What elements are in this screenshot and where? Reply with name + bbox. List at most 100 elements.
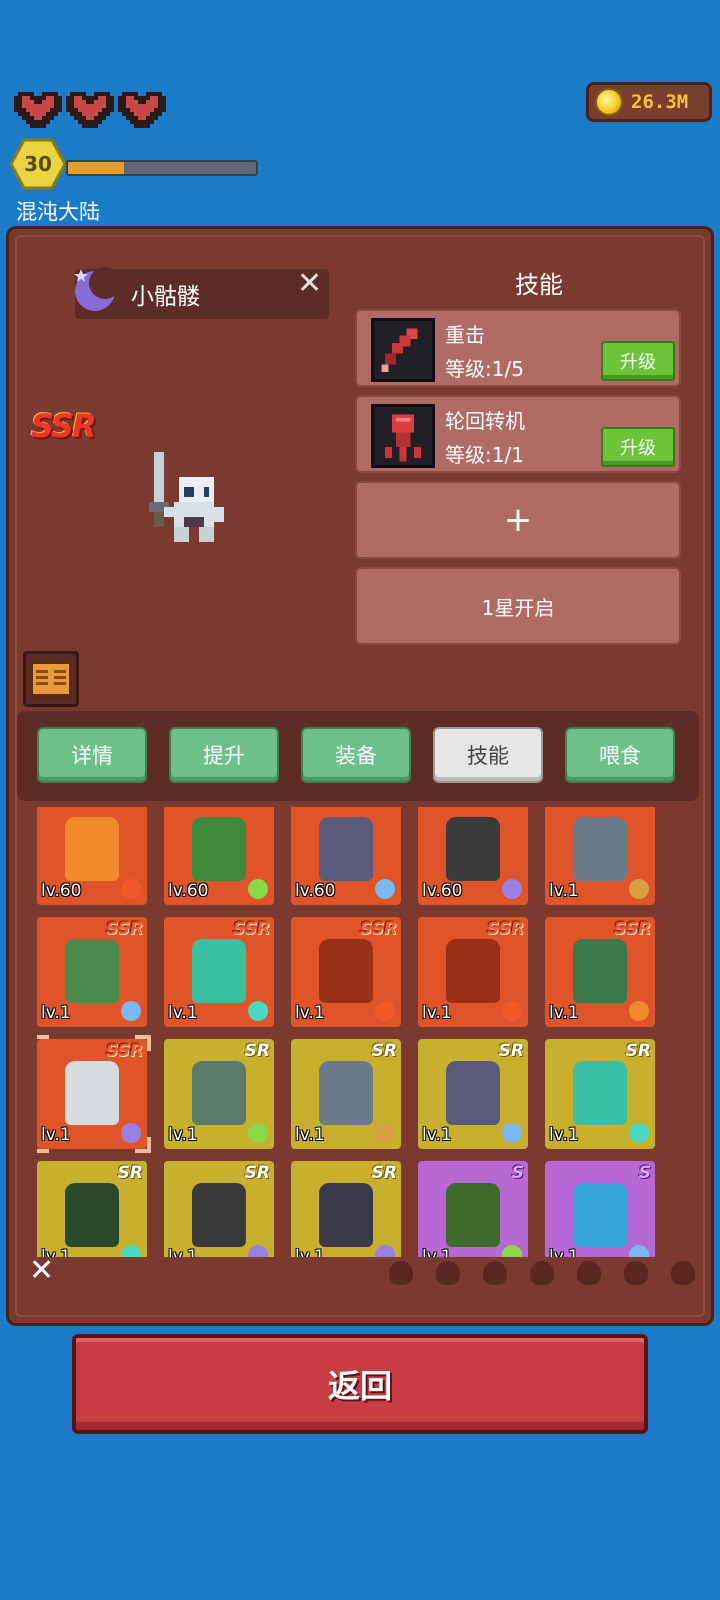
- wind-element-icon: [629, 1123, 649, 1143]
- sword-icon: [371, 318, 435, 382]
- xp-bar: [66, 160, 258, 176]
- earth-element-icon: [375, 1123, 395, 1143]
- unit-card[interactable]: SSR lv.1: [164, 917, 274, 1027]
- monster-sprite: [446, 939, 500, 1003]
- unit-card[interactable]: SR lv.1: [418, 1039, 528, 1149]
- unit-card[interactable]: SR lv.1: [164, 1039, 274, 1149]
- heart-icon: [118, 92, 166, 128]
- unit-card[interactable]: SR lv.1: [545, 1039, 655, 1149]
- tab-details[interactable]: 详情: [37, 727, 147, 783]
- tab-equipment[interactable]: 装备: [301, 727, 411, 783]
- tab-skills[interactable]: 技能: [433, 727, 543, 783]
- rarity-label: S: [638, 1163, 651, 1183]
- rarity-label: SR: [625, 1041, 651, 1061]
- monster-sprite: [65, 939, 119, 1003]
- tab-feed[interactable]: 喂食: [565, 727, 675, 783]
- fire-filter-icon[interactable]: [389, 1261, 413, 1285]
- unit-card[interactable]: SSR lv.1: [37, 917, 147, 1027]
- coin-icon: [595, 88, 623, 116]
- fist-filter-icon[interactable]: [577, 1261, 601, 1285]
- rarity-label: SR: [371, 1163, 397, 1183]
- monster-sprite: [192, 817, 246, 881]
- back-button[interactable]: 返回: [72, 1334, 648, 1434]
- unit-card[interactable]: SSR lv.1: [291, 917, 401, 1027]
- unit-card[interactable]: lv.60: [37, 807, 147, 905]
- unit-roster-grid[interactable]: lv.60 lv.60 lv.60 lv.60 lv.1 SSR lv.1 SSR lv.1 SS…: [37, 807, 687, 1257]
- close-icon[interactable]: ✕: [297, 269, 322, 299]
- add-skill-slot[interactable]: +: [355, 481, 681, 559]
- rarity-label: SR: [244, 1041, 270, 1061]
- monster-sprite: [319, 1183, 373, 1247]
- coin-counter[interactable]: 26.3M: [586, 82, 712, 122]
- earth-element-icon: [629, 879, 649, 899]
- unit-level: lv.60: [295, 881, 336, 901]
- rarity-label: SSR: [614, 919, 651, 939]
- unit-card[interactable]: lv.60: [291, 807, 401, 905]
- selected-unit-frame: [37, 1035, 151, 1153]
- water-element-icon: [121, 1001, 141, 1021]
- unit-level: lv.1: [422, 1125, 452, 1145]
- monster-sprite: [319, 939, 373, 1003]
- selection-corner: [37, 1035, 49, 1051]
- unit-card[interactable]: SR lv.1: [291, 1039, 401, 1149]
- tab-bar: 详情 提升 装备 技能 喂食: [17, 711, 699, 801]
- water-filter-icon[interactable]: [483, 1261, 507, 1285]
- unit-level: lv.1: [168, 1125, 198, 1145]
- unit-card[interactable]: lv.1: [545, 807, 655, 905]
- leaf-filter-icon[interactable]: [530, 1261, 554, 1285]
- clear-filter-icon[interactable]: ✕: [29, 1253, 54, 1288]
- upgrade-button[interactable]: 升级: [601, 427, 675, 467]
- rarity-label: SR: [498, 1041, 524, 1061]
- monster-sprite: [192, 939, 246, 1003]
- book-icon: [30, 661, 72, 697]
- skill-card-heavy-strike: 重击 等级:1/5 升级: [355, 309, 681, 387]
- monster-sprite: [65, 817, 119, 881]
- heart-icon: [14, 92, 62, 128]
- monster-sprite: [192, 1183, 246, 1247]
- unit-name: 小骷髅: [131, 284, 200, 310]
- selection-corner: [37, 1137, 49, 1153]
- monster-sprite: [573, 939, 627, 1003]
- skill-card-reincarnation: 轮回转机 等级:1/1 升级: [355, 395, 681, 473]
- unit-card[interactable]: SSR lv.1: [418, 917, 528, 1027]
- tab-enhance[interactable]: 提升: [169, 727, 279, 783]
- skill-level: 等级:1/5: [445, 357, 524, 381]
- monster-sprite: [319, 1061, 373, 1125]
- unit-card[interactable]: SSR lv.1: [545, 917, 655, 1027]
- unit-level: lv.1: [549, 1125, 579, 1145]
- codex-book-button[interactable]: [23, 651, 79, 707]
- unit-card[interactable]: Slv.1: [545, 1161, 655, 1257]
- monster-sprite: [573, 817, 627, 881]
- sun-filter-icon[interactable]: [624, 1261, 648, 1285]
- player-level: 30: [24, 152, 52, 176]
- monster-sprite: [573, 1061, 627, 1125]
- leaf-element-icon: [248, 1123, 268, 1143]
- unit-card[interactable]: lv.60: [164, 807, 274, 905]
- skills-title: 技能: [515, 271, 563, 299]
- unit-card[interactable]: SR lv.1: [164, 1161, 274, 1257]
- fire-element-icon: [121, 879, 141, 899]
- unit-level: lv.60: [422, 881, 463, 901]
- unit-level: lv.1: [549, 1003, 579, 1023]
- moon-filter-icon[interactable]: [671, 1261, 695, 1285]
- monster-sprite: [446, 1061, 500, 1125]
- monster-sprite: [192, 1061, 246, 1125]
- locked-skill-slot: 1星开启: [355, 567, 681, 645]
- fist-icon: [371, 404, 435, 468]
- unit-card[interactable]: lv.60: [418, 807, 528, 905]
- unit-level: lv.1: [168, 1003, 198, 1023]
- skill-name: 轮回转机: [445, 409, 525, 433]
- rarity-label: SSR: [360, 919, 397, 939]
- element-filter-row: ✕: [29, 1251, 699, 1295]
- selection-corner: [135, 1137, 151, 1153]
- unit-level: lv.1: [549, 881, 579, 901]
- unit-detail-panel: 小骷髅 ✕ SSR 技能 重击 等级:1/5 升级 轮回转机 等级:1/1 升级…: [6, 226, 714, 1326]
- unit-card[interactable]: SR lv.1: [37, 1161, 147, 1257]
- unit-card[interactable]: SR lv.1: [291, 1161, 401, 1257]
- unit-card[interactable]: Slv.1: [418, 1161, 528, 1257]
- unit-level: lv.1: [41, 1003, 71, 1023]
- monster-sprite: [319, 817, 373, 881]
- wind-element-icon: [248, 1001, 268, 1021]
- earth-filter-icon[interactable]: [436, 1261, 460, 1285]
- upgrade-button[interactable]: 升级: [601, 341, 675, 381]
